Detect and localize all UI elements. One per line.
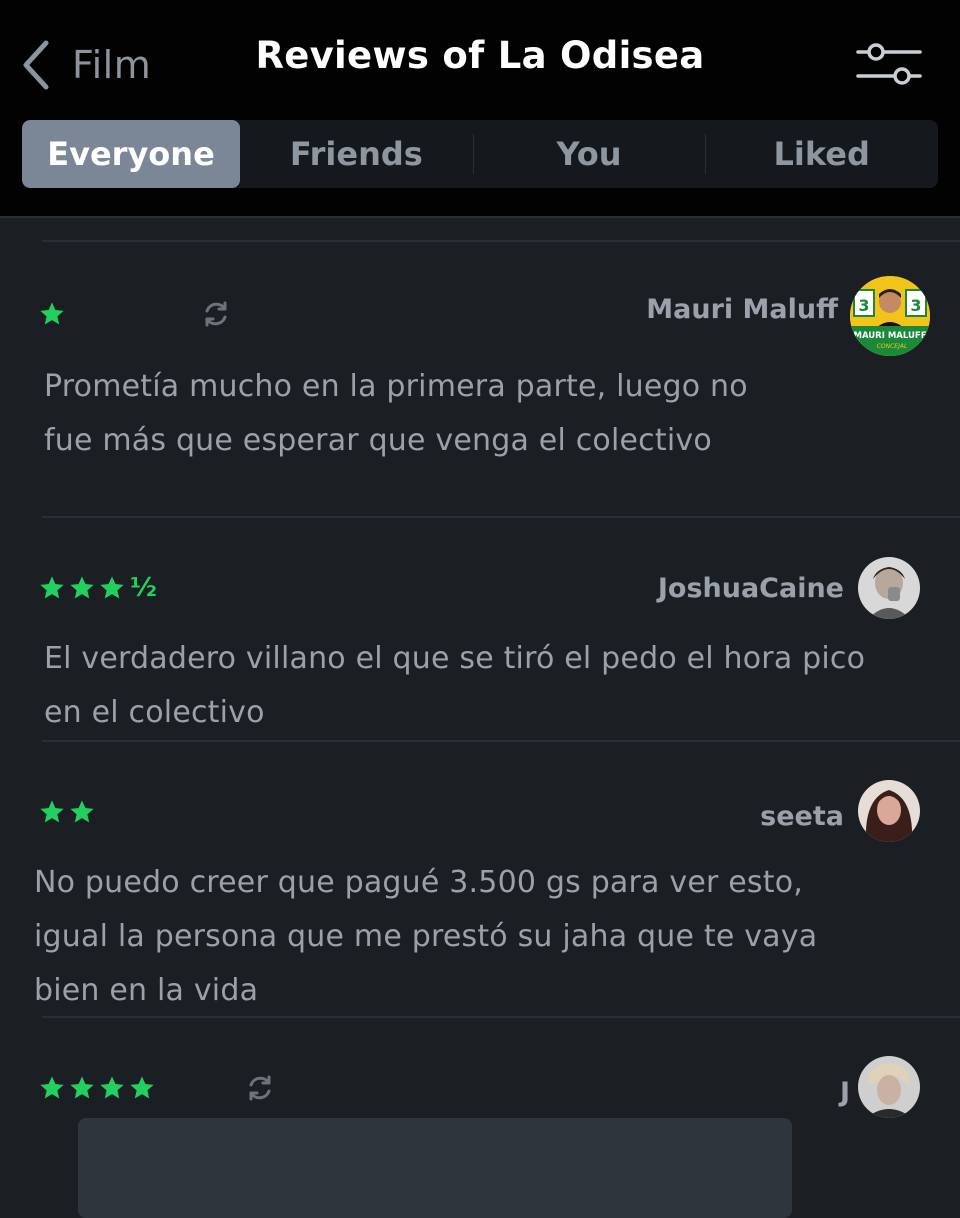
review-text-line: en el colectivo (44, 695, 265, 730)
review-text-line: igual la persona que me prestó su jaha q… (34, 919, 818, 954)
star-icon (40, 302, 64, 325)
star-icon (70, 576, 94, 599)
filter-button[interactable] (854, 40, 924, 88)
star-rating (38, 300, 68, 328)
top-bar: Film Reviews of La Odisea Everyone Frien… (0, 0, 960, 218)
review-username[interactable]: JoshuaCaine (658, 573, 844, 604)
tab-you[interactable]: You (472, 120, 706, 188)
review-text-line: fue más que esperar que venga el colecti… (44, 423, 712, 458)
star-icon (40, 1076, 64, 1099)
tab-liked[interactable]: Liked (705, 120, 938, 188)
avatar[interactable] (858, 1056, 920, 1118)
rewatch-icon (205, 301, 227, 327)
avatar-image (858, 780, 920, 842)
svg-text:3: 3 (858, 296, 869, 315)
review-text: No puedo creer que pagué 3.500 gs para v… (34, 856, 817, 1018)
avatar[interactable]: 3 3 MAURI MALUFF CONCEJAL (850, 276, 930, 356)
svg-text:CONCEJAL: CONCEJAL (877, 343, 908, 350)
divider (42, 740, 960, 742)
star-rating (38, 798, 98, 826)
avatar-image (858, 557, 920, 619)
review-text: El verdadero villano el que se tiró el p… (44, 632, 865, 740)
star-rating: ½ (38, 574, 157, 602)
rewatch-icon (249, 1075, 271, 1101)
star-rating (38, 1074, 158, 1102)
svg-text:MAURI MALUFF: MAURI MALUFF (853, 331, 926, 341)
avatar-image: 3 3 MAURI MALUFF CONCEJAL (850, 276, 930, 356)
avatar[interactable] (858, 557, 920, 619)
review-text-line: bien en la vida (34, 973, 259, 1008)
star-icon (40, 576, 64, 599)
review-text-line: El verdadero villano el que se tiró el p… (44, 641, 866, 676)
review-text-line: No puedo creer que pagué 3.500 gs para v… (34, 865, 803, 900)
svg-text:3: 3 (910, 296, 921, 315)
star-icon (40, 800, 64, 823)
review-username[interactable]: seeta (760, 801, 844, 832)
divider (42, 240, 960, 242)
review-text: Prometía mucho en la primera parte, lueg… (44, 360, 748, 468)
star-icon (130, 1076, 154, 1099)
review-text-line: Prometía mucho en la primera parte, lueg… (44, 369, 748, 404)
page-title: Reviews of La Odisea (255, 34, 705, 77)
review-filter-tabs: Everyone Friends You Liked (22, 120, 938, 188)
review-username[interactable]: J (840, 1077, 850, 1108)
sliders-icon (856, 43, 922, 85)
review-spoiler-placeholder[interactable] (78, 1118, 792, 1218)
avatar-image (858, 1056, 920, 1118)
tab-friends[interactable]: Friends (240, 120, 473, 188)
review-username[interactable]: Mauri Maluff (646, 294, 838, 325)
star-icon (100, 576, 124, 599)
avatar[interactable] (858, 780, 920, 842)
divider (42, 516, 960, 518)
star-icon (70, 1076, 94, 1099)
divider (42, 1016, 960, 1018)
half-star: ½ (130, 573, 157, 603)
star-icon (100, 1076, 124, 1099)
star-icon (70, 800, 94, 823)
tab-everyone[interactable]: Everyone (22, 120, 240, 188)
